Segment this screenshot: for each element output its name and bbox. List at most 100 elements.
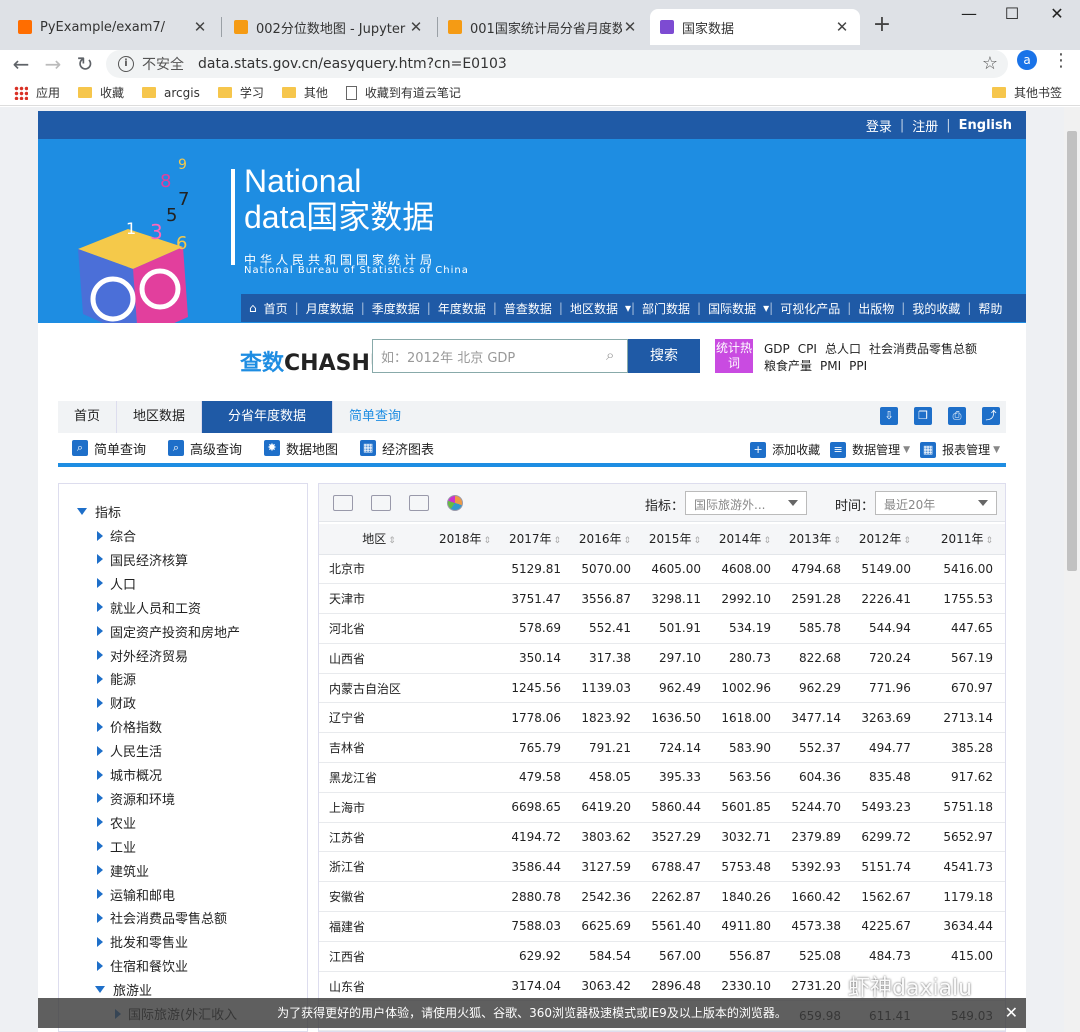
column-header[interactable]: 2011年 ⇕ bbox=[922, 524, 1005, 555]
data-map-tool[interactable]: ✸ 数据地图 bbox=[264, 439, 338, 458]
nav-item[interactable]: 可视化产品 bbox=[773, 300, 847, 317]
column-header[interactable]: 地区 ⇕ bbox=[319, 524, 439, 555]
bookmark-youdao[interactable]: 收藏到有道云笔记 bbox=[345, 84, 461, 101]
nav-item[interactable]: 部门数据 bbox=[635, 300, 697, 317]
hot-word-link[interactable]: PMI bbox=[820, 358, 841, 375]
search-input[interactable]: 如：2012年 北京 GDP bbox=[372, 339, 628, 373]
crumb-province-annual[interactable]: 分省年度数据 bbox=[202, 401, 334, 433]
browser-tab[interactable]: 001国家统计局分省月度数据 ✕ bbox=[438, 9, 648, 45]
tree-item[interactable]: 固定资产投资和房地产 bbox=[97, 622, 240, 641]
column-header[interactable]: 2013年 ⇕ bbox=[782, 524, 853, 555]
browser-tab[interactable]: 国家数据 ✕ bbox=[650, 9, 860, 45]
simple-query-tool[interactable]: ⌕ 简单查询 bbox=[72, 439, 146, 458]
nav-item[interactable]: 帮助 bbox=[971, 300, 1009, 317]
column-header[interactable]: 2017年 ⇕ bbox=[503, 524, 574, 555]
crumb-simple-query[interactable]: 简单查询 bbox=[333, 401, 417, 433]
column-header[interactable]: 2016年 ⇕ bbox=[573, 524, 644, 555]
browser-tab[interactable]: 002分位数地图 - Jupyter N ✕ bbox=[224, 9, 434, 45]
report-manage-menu[interactable]: ▦ 报表管理 ▼ bbox=[920, 441, 1000, 458]
search-icon[interactable]: ⌕ bbox=[606, 346, 614, 364]
register-link[interactable]: 注册 bbox=[904, 116, 946, 135]
nav-item[interactable]: 我的收藏 bbox=[905, 300, 967, 317]
tree-scrollbar[interactable] bbox=[307, 680, 308, 756]
print-icon[interactable]: ⎙ bbox=[948, 407, 966, 425]
nav-item[interactable]: 出版物 bbox=[851, 300, 901, 317]
table-row[interactable]: 天津市 3751.47 3556.87 3298.11 2992.10 2591.28 22… bbox=[319, 583, 1005, 615]
info-icon[interactable]: i bbox=[118, 56, 134, 72]
table-row[interactable]: 吉林省 765.79 791.21 724.14 583.90 552.37 494.77 3… bbox=[319, 732, 1005, 764]
nav-item[interactable]: 地区数据 bbox=[563, 300, 625, 317]
tree-item[interactable]: 资源和环境 bbox=[97, 789, 175, 808]
bookmark-apps[interactable]: 应用 bbox=[36, 84, 60, 101]
tree-item[interactable]: 国民经济核算 bbox=[97, 550, 188, 569]
tree-item[interactable]: 人民生活 bbox=[97, 741, 162, 760]
tree-item[interactable]: 社会消费品零售总额 bbox=[97, 908, 227, 927]
sort-icon[interactable]: ⇕ bbox=[553, 536, 561, 546]
page-scrollbar[interactable] bbox=[1064, 107, 1080, 1032]
tree-item[interactable]: 就业人员和工资 bbox=[97, 598, 201, 617]
sort-icon[interactable]: ⇕ bbox=[763, 536, 771, 546]
sort-icon[interactable]: ⇕ bbox=[693, 536, 701, 546]
advanced-query-tool[interactable]: ⌕ 高级查询 bbox=[168, 439, 242, 458]
column-header[interactable]: 2014年 ⇕ bbox=[713, 524, 783, 555]
bookmark-folder-other[interactable]: 其他 bbox=[281, 84, 328, 101]
bookmark-folder-study[interactable]: 学习 bbox=[217, 84, 264, 101]
pie-chart-icon[interactable] bbox=[447, 494, 463, 511]
time-select[interactable]: 最近20年 bbox=[875, 491, 997, 515]
login-link[interactable]: 登录 bbox=[858, 116, 900, 135]
tab-close-icon[interactable]: ✕ bbox=[622, 18, 638, 36]
table-row[interactable]: 浙江省 3586.44 3127.59 6788.47 5753.48 5392.93 51… bbox=[319, 851, 1005, 883]
crumb-region-data[interactable]: 地区数据 bbox=[117, 401, 203, 433]
table-row[interactable]: 山西省 350.14 317.38 297.10 280.73 822.68 720.24 5… bbox=[319, 643, 1005, 674]
download-icon[interactable]: ⇩ bbox=[880, 407, 898, 425]
table-row[interactable]: 福建省 7588.03 6625.69 5561.40 4911.80 4573.38 42… bbox=[319, 911, 1005, 942]
nav-item[interactable]: 月度数据 bbox=[299, 300, 361, 317]
sort-icon[interactable]: ⇕ bbox=[388, 536, 396, 546]
share-icon[interactable]: ⤴ bbox=[982, 407, 1000, 425]
economic-chart-tool[interactable]: ▦ 经济图表 bbox=[360, 439, 434, 458]
hot-word-link[interactable]: PPI bbox=[849, 358, 867, 375]
indicator-select[interactable]: 国际旅游外... bbox=[685, 491, 807, 515]
table-row[interactable]: 辽宁省 1778.06 1823.92 1636.50 1618.00 3477.14 32… bbox=[319, 702, 1005, 734]
english-link[interactable]: English bbox=[951, 118, 1020, 133]
close-notice-icon[interactable]: ✕ bbox=[1005, 998, 1018, 1028]
maximize-button[interactable]: ☐ bbox=[997, 4, 1027, 23]
tree-item[interactable]: 对外经济贸易 bbox=[97, 646, 188, 665]
sort-icon[interactable]: ⇕ bbox=[985, 536, 993, 546]
tree-item[interactable]: 能源 bbox=[97, 669, 136, 688]
sort-icon[interactable]: ⇕ bbox=[484, 536, 492, 546]
table-row[interactable]: 北京市 5129.81 5070.00 4605.00 4608.00 4794.68 51… bbox=[319, 554, 1005, 585]
tree-item[interactable]: 财政 bbox=[97, 693, 136, 712]
sort-icon[interactable]: ⇕ bbox=[833, 536, 841, 546]
close-window-button[interactable]: ✕ bbox=[1042, 4, 1072, 23]
column-header[interactable]: 2015年 ⇕ bbox=[643, 524, 713, 555]
tree-item[interactable]: 农业 bbox=[97, 813, 136, 832]
nav-item[interactable]: 年度数据 bbox=[431, 300, 493, 317]
scrollbar-thumb[interactable] bbox=[1067, 131, 1077, 571]
apps-grid-icon[interactable] bbox=[14, 85, 28, 100]
tab-close-icon[interactable]: ✕ bbox=[192, 18, 208, 36]
table-row[interactable]: 内蒙古自治区 1245.56 1139.03 962.49 1002.96 962.29 7… bbox=[319, 673, 1005, 704]
tree-item-open[interactable]: 旅游业 bbox=[95, 980, 152, 999]
column-header[interactable]: 2012年 ⇕ bbox=[852, 524, 923, 555]
data-manage-menu[interactable]: ≡ 数据管理 ▼ bbox=[830, 441, 910, 458]
reload-icon[interactable]: ↻ bbox=[74, 52, 96, 76]
table-row[interactable]: 河北省 578.69 552.41 501.91 534.19 585.78 544.94 4… bbox=[319, 613, 1005, 644]
browser-tab[interactable]: PyExample/exam7/ ✕ bbox=[8, 9, 218, 45]
line-chart-icon[interactable] bbox=[409, 494, 429, 511]
tree-item[interactable]: 批发和零售业 bbox=[97, 932, 188, 951]
url-field[interactable]: i 不安全 data.stats.gov.cn/easyquery.htm?cn… bbox=[106, 50, 1008, 78]
tree-root-indicators[interactable]: 指标 bbox=[77, 502, 121, 521]
nav-item[interactable]: 首页 bbox=[257, 300, 295, 317]
hot-word-link[interactable]: 社会消费品零售总额 bbox=[869, 341, 977, 358]
tree-item[interactable]: 价格指数 bbox=[97, 717, 162, 736]
hot-word-link[interactable]: 总人口 bbox=[825, 341, 861, 358]
menu-kebab-icon[interactable]: ⋮ bbox=[1052, 50, 1070, 71]
other-bookmarks[interactable]: 其他书签 bbox=[991, 84, 1062, 101]
table-row[interactable]: 上海市 6698.65 6419.20 5860.44 5601.85 5244.70 54… bbox=[319, 792, 1005, 823]
url-text[interactable]: data.stats.gov.cn/easyquery.htm?cn=E0103 bbox=[198, 56, 507, 72]
bookmark-folder-arcgis[interactable]: arcgis bbox=[142, 86, 200, 100]
minimize-button[interactable]: — bbox=[954, 4, 984, 23]
table-row[interactable]: 江西省 629.92 584.54 567.00 556.87 525.08 484.73 4… bbox=[319, 941, 1005, 972]
forward-arrow-icon[interactable]: → bbox=[42, 52, 64, 76]
